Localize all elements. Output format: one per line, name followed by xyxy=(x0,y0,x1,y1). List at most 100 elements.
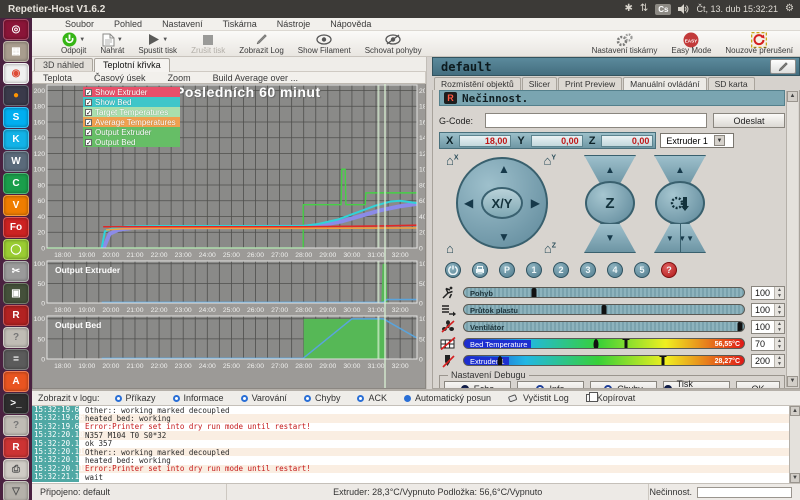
slider-track[interactable]: Pohyb xyxy=(463,287,745,298)
home-y-button[interactable]: ⌂Y xyxy=(543,154,556,167)
slider-handle[interactable] xyxy=(593,339,598,349)
slider-value-spinner[interactable]: 200▲▼ xyxy=(751,354,785,368)
chart-menu-buildaverageover[interactable]: Build Average over ... xyxy=(203,73,308,83)
menu-item-pohled[interactable]: Pohled xyxy=(105,19,151,29)
toolbar-button-play[interactable]: ▼Spustit tisk xyxy=(131,31,184,56)
toolbar-button-gears[interactable]: Nastavení tiskárny xyxy=(585,31,665,56)
scroll-down-icon[interactable]: ▼ xyxy=(790,473,800,483)
legend-checkbox[interactable]: ✓ xyxy=(85,129,92,136)
jog-x-minus-arrow[interactable]: ◀ xyxy=(464,197,473,209)
dock-item-writer[interactable]: W xyxy=(3,151,29,172)
gcode-input[interactable] xyxy=(485,113,707,128)
jog-x-plus-arrow[interactable]: ▶ xyxy=(531,197,540,209)
home-x-button[interactable]: ⌂X xyxy=(446,154,459,167)
slider-track[interactable]: Průtok plastu xyxy=(463,304,745,315)
slider-value-spinner[interactable]: 100▲▼ xyxy=(751,286,785,300)
toolbar-button-eye[interactable]: Show Filament xyxy=(291,31,358,56)
slider-track[interactable]: Extruder 128,27°C xyxy=(463,355,745,366)
legend-checkbox[interactable]: ✓ xyxy=(85,139,92,146)
chart-menu-asovsek[interactable]: Časový úsek xyxy=(84,73,156,83)
z-center-button[interactable]: Z xyxy=(585,181,635,225)
dock-item-slicer[interactable]: ✂ xyxy=(3,261,29,282)
legend-item[interactable]: ✓Output Extruder xyxy=(83,127,180,137)
log-scrollbar[interactable]: ▲ ▼ xyxy=(789,406,800,483)
spinner-arrows[interactable]: ▲▼ xyxy=(774,321,784,333)
preset-button-3[interactable]: 3 xyxy=(580,262,596,278)
toolbar-button-emergency[interactable]: Nouzové přerušení xyxy=(718,31,800,56)
extruder-center-button[interactable] xyxy=(655,181,705,225)
spin-down-icon[interactable]: ▼ xyxy=(775,293,784,299)
dropdown-caret-icon[interactable]: ▼ xyxy=(162,37,168,43)
volume-icon[interactable] xyxy=(678,4,689,14)
output-bed-chart[interactable]: 18:0019:0020:0021:0022:0023:0024:0025:00… xyxy=(33,315,425,371)
slider-handle[interactable] xyxy=(532,288,537,298)
send-gcode-button[interactable]: Odeslat xyxy=(713,113,785,128)
menu-item-npovda[interactable]: Nápověda xyxy=(321,19,380,29)
slider-value-spinner[interactable]: 100▲▼ xyxy=(751,303,785,317)
edit-profile-button[interactable] xyxy=(770,59,796,74)
dock-item-printer[interactable]: ⎙ xyxy=(3,459,29,480)
slider-handle[interactable] xyxy=(602,305,607,315)
dock-item-unknown2[interactable]: ? xyxy=(3,415,29,436)
scroll-up-icon[interactable]: ▲ xyxy=(790,406,800,416)
dock-item-software[interactable]: A xyxy=(3,371,29,392)
output-extruder-chart[interactable]: 18:0019:0020:0021:0022:0023:0024:0025:00… xyxy=(33,260,425,315)
tab-sd-karta[interactable]: SD karta xyxy=(708,77,755,90)
slider-value-spinner[interactable]: 100▲▼ xyxy=(751,320,785,334)
tab-manu-ln--ovl-d-n-[interactable]: Manuální ovládání xyxy=(623,77,706,91)
help-button[interactable]: ? xyxy=(661,262,677,278)
indicator-icon[interactable]: ✱ xyxy=(624,4,632,14)
legend-item[interactable]: ✓Target Temperatures xyxy=(83,107,180,117)
slider-track[interactable]: Ventilátor xyxy=(463,321,745,332)
menu-item-nstroje[interactable]: Nástroje xyxy=(268,19,320,29)
slider-value-spinner[interactable]: 70▲▼ xyxy=(751,337,785,351)
legend-checkbox[interactable]: ✓ xyxy=(85,99,92,106)
dropdown-caret-icon[interactable]: ▼ xyxy=(79,37,85,43)
tab-slicer[interactable]: Slicer xyxy=(522,77,557,90)
log-filter-chyby[interactable]: Chyby xyxy=(296,392,349,405)
toolbar-button-eye-off[interactable]: Schovat pohyby xyxy=(358,31,429,56)
preset-button-4[interactable]: 4 xyxy=(607,262,623,278)
preset-button-5[interactable]: 5 xyxy=(634,262,650,278)
log-action-kop-rovat[interactable]: Kopírovat xyxy=(578,392,644,405)
dock-item-files[interactable]: ▦ xyxy=(3,41,29,62)
jog-y-plus-arrow[interactable]: ▲ xyxy=(498,163,510,175)
slider-handle[interactable] xyxy=(737,322,742,332)
menu-item-soubor[interactable]: Soubor xyxy=(56,19,103,29)
home-z-button[interactable]: ⌂Z xyxy=(544,242,556,255)
z-down-button[interactable]: ▼ xyxy=(584,223,636,253)
dock-item-ring[interactable]: ◯ xyxy=(3,239,29,260)
legend-item[interactable]: ✓Show Bed xyxy=(83,97,180,107)
log-filter-informace[interactable]: Informace xyxy=(165,392,232,405)
spin-down-icon[interactable]: ▼ xyxy=(775,310,784,316)
spinner-arrows[interactable]: ▲▼ xyxy=(774,287,784,299)
dock-item-kodi[interactable]: K xyxy=(3,129,29,150)
dock-item-trash[interactable]: ▽ xyxy=(3,481,29,500)
spinner-arrows[interactable]: ▲▼ xyxy=(774,304,784,316)
dock-item-firefox[interactable]: ● xyxy=(3,85,29,106)
toolbar-button-easy[interactable]: EASYEasy Mode xyxy=(664,31,718,56)
debug-toggle-chyby[interactable]: Chyby xyxy=(590,381,657,389)
dock-item-unknown1[interactable]: ? xyxy=(3,327,29,348)
legend-item[interactable]: ✓Show Extruder xyxy=(83,87,180,97)
dock-item-repetier[interactable]: R xyxy=(3,437,29,458)
dock-item-vlc[interactable]: V xyxy=(3,195,29,216)
tab-teplotn--k-ivka[interactable]: Teplotní křivka xyxy=(94,58,170,72)
toolbar-button-pencil[interactable]: Zobrazit Log xyxy=(232,31,290,56)
dock-item-dash[interactable]: ◎ xyxy=(3,19,29,40)
jog-y-minus-arrow[interactable]: ▼ xyxy=(498,231,510,243)
tab-rozm-st-n--objekt-[interactable]: Rozmístění objektů xyxy=(434,77,521,90)
spinner-arrows[interactable]: ▲▼ xyxy=(774,355,784,367)
toolbar-button-plug[interactable]: ▼Odpojit xyxy=(54,31,93,56)
session-gear-icon[interactable]: ⚙ xyxy=(785,4,794,14)
spin-down-icon[interactable]: ▼ xyxy=(775,361,784,367)
slider-track[interactable]: Bed Temperature56,55°C xyxy=(463,338,745,349)
spinner-arrows[interactable]: ▲▼ xyxy=(774,338,784,350)
debug-toggle-info[interactable]: Info xyxy=(517,381,584,389)
home-all-button[interactable]: ⌂ xyxy=(446,242,454,255)
dock-item-r-dice[interactable]: R xyxy=(3,305,29,326)
tab-3d-n-hled[interactable]: 3D náhled xyxy=(34,58,93,71)
spin-down-icon[interactable]: ▼ xyxy=(775,344,784,350)
preset-button-2[interactable]: 2 xyxy=(553,262,569,278)
legend-checkbox[interactable]: ✓ xyxy=(85,89,92,96)
